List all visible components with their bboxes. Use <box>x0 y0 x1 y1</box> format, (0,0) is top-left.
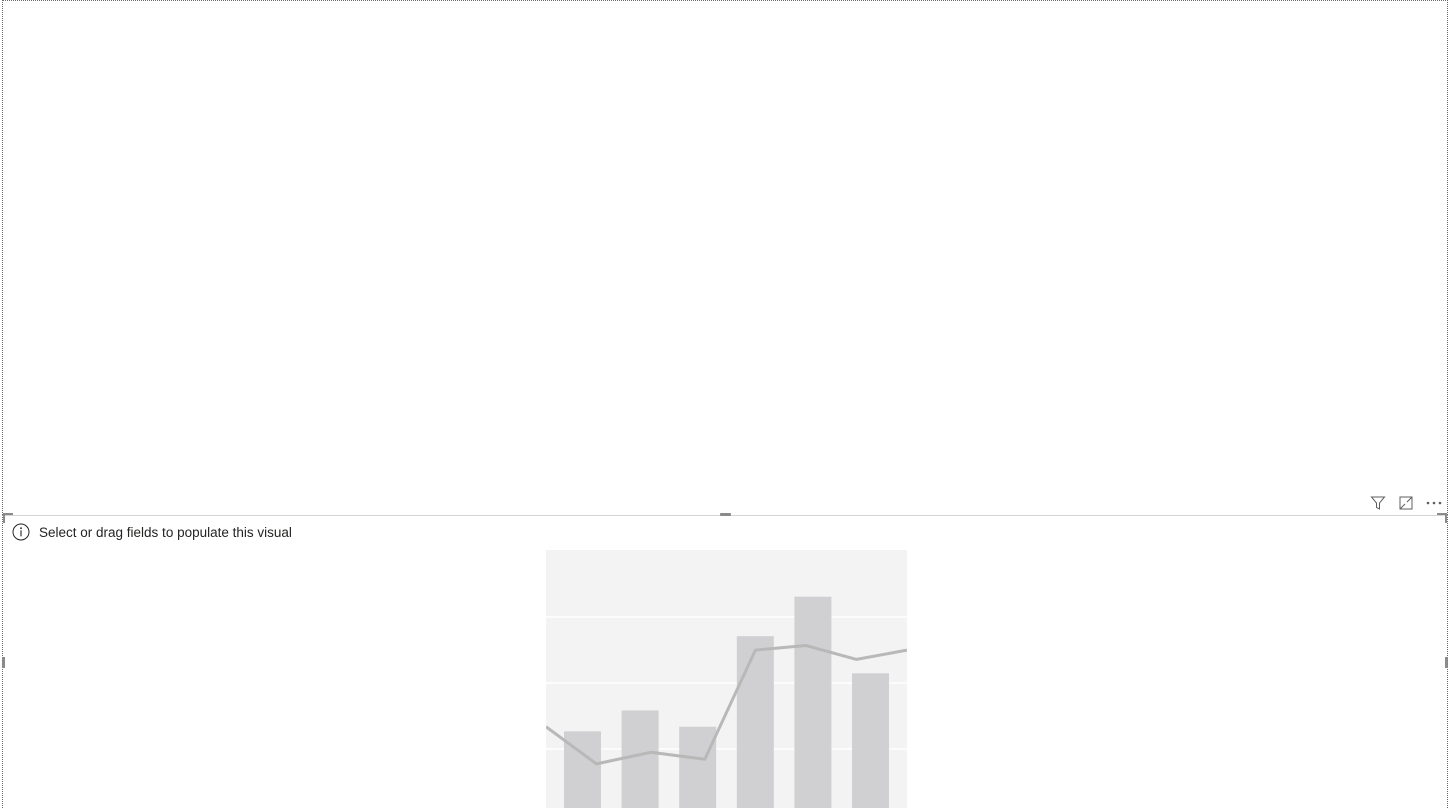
placeholder-chart <box>546 550 907 808</box>
focus-mode-icon[interactable] <box>1396 493 1416 513</box>
resize-handle-right[interactable] <box>1445 657 1448 668</box>
chart-bar-6 <box>852 673 889 808</box>
placeholder-message: Select or drag fields to populate this v… <box>12 523 292 541</box>
chart-bar-4 <box>736 636 774 808</box>
filter-icon[interactable] <box>1368 493 1388 513</box>
chart-bar-5 <box>794 596 832 808</box>
visual-header <box>1368 492 1444 514</box>
chart-bar-3 <box>679 726 717 808</box>
report-canvas: Select or drag fields to populate this v… <box>0 0 1450 808</box>
more-options-icon[interactable] <box>1424 493 1444 513</box>
chart-bar-2 <box>621 710 659 808</box>
placeholder-text: Select or drag fields to populate this v… <box>39 524 292 540</box>
resize-handle-top-right[interactable] <box>1437 513 1447 523</box>
empty-visual-container[interactable] <box>2 0 1448 515</box>
resize-handle-top[interactable] <box>720 513 731 516</box>
resize-handle-left[interactable] <box>2 657 5 668</box>
resize-handle-top-left[interactable] <box>3 513 13 523</box>
info-icon <box>12 523 30 541</box>
